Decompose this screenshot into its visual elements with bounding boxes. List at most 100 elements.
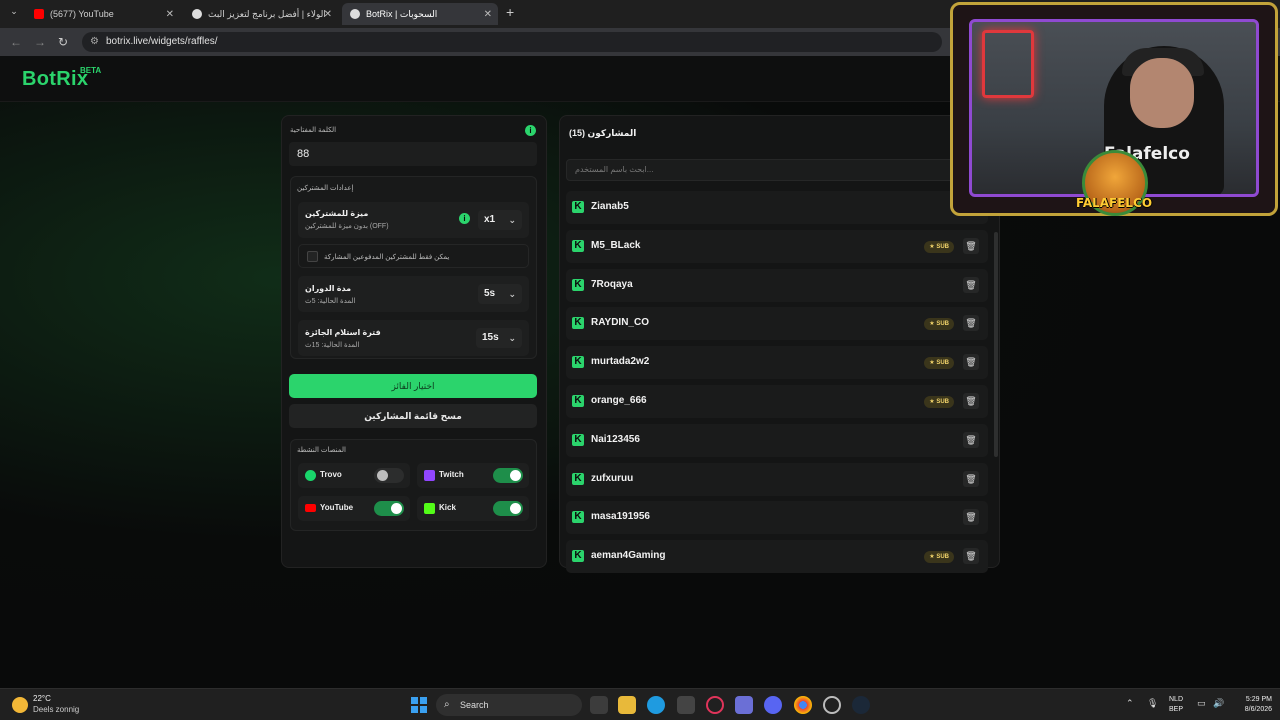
clear-participants-button[interactable]: مسح قائمة المشاركين <box>289 404 537 428</box>
sub-badge-label: SUB <box>936 321 949 327</box>
trovo-toggle[interactable] <box>374 468 404 483</box>
claim-period-select[interactable]: 15s ⌄ <box>476 328 522 348</box>
select-value: 5s <box>484 288 496 299</box>
spin-duration-sub: المدة الحالية: 5ث <box>305 298 356 305</box>
tab-title: BotRix | السحوبات <box>366 8 438 19</box>
twitch-toggle[interactable] <box>493 468 523 483</box>
close-tab-icon[interactable]: ✕ <box>484 9 492 20</box>
kick-toggle[interactable] <box>493 501 523 516</box>
delete-participant-trash-icon[interactable]: 🗑 <box>963 238 979 254</box>
tab-loyalty[interactable]: الولاء | أفضل برنامج لتعزيز البث ✕ <box>184 3 338 25</box>
delete-participant-trash-icon[interactable]: 🗑 <box>963 315 979 331</box>
delete-participant-trash-icon[interactable]: 🗑 <box>963 354 979 370</box>
platform-trovo: Trovo <box>298 463 410 488</box>
network-icon[interactable]: ▭ <box>1197 698 1206 709</box>
participant-row: Korange_666 ★ SUB 🗑 <box>566 385 988 418</box>
pick-winner-button[interactable]: اختيار الفائز <box>289 374 537 398</box>
store-icon[interactable] <box>677 696 695 714</box>
delete-participant-trash-icon[interactable]: 🗑 <box>963 432 979 448</box>
sub-badge: ★ SUB <box>924 241 954 253</box>
platform-name: YouTube <box>320 503 354 512</box>
kick-platform-icon: K <box>572 511 584 523</box>
kick-icon <box>424 503 435 514</box>
platform-name: Kick <box>439 503 456 512</box>
keyword-input[interactable]: 88 <box>289 142 537 166</box>
url-text: botrix.live/widgets/raffles/ <box>106 36 218 47</box>
youtube-toggle[interactable] <box>374 501 404 516</box>
steam-icon[interactable] <box>852 696 870 714</box>
back-arrow-icon[interactable]: ← <box>10 35 22 49</box>
windows-taskbar: 22°C Deels zonnig ⌕ Search ⌃ 🎙 NLD BEP ▭… <box>0 688 1280 720</box>
participant-row: Kmurtada2w2 ★ SUB 🗑 <box>566 346 988 379</box>
info-icon[interactable]: i <box>525 125 536 136</box>
spin-duration-row: مدة الدوران المدة الحالية: 5ث 5s ⌄ <box>298 276 529 312</box>
delete-participant-trash-icon[interactable]: 🗑 <box>963 277 979 293</box>
toggle-knob <box>391 503 402 514</box>
volume-icon[interactable]: 🔊 <box>1213 698 1224 709</box>
participant-list-scrollbar[interactable] <box>994 232 998 457</box>
chevron-down-icon: ⌄ <box>508 289 516 299</box>
subscriber-bonus-select[interactable]: x1 ⌄ <box>478 210 522 230</box>
paid-only-label: يمكن فقط للمشتركين المدفوعين المشاركة <box>324 254 450 261</box>
streamer-face <box>1130 58 1194 128</box>
platform-name: Twitch <box>439 470 464 479</box>
weather-temperature[interactable]: 22°C <box>33 694 51 703</box>
task-view-icon[interactable] <box>590 696 608 714</box>
youtube-favicon-icon <box>34 9 44 19</box>
chevron-down-icon: ⌄ <box>508 333 516 343</box>
subscriber-bonus-title: ميزة للمشتركين <box>305 209 369 218</box>
language-indicator[interactable]: NLD BEP <box>1169 695 1183 715</box>
site-info-icon[interactable]: ⚙ <box>90 32 99 52</box>
kick-platform-icon: K <box>572 240 584 252</box>
kick-platform-icon: K <box>572 395 584 407</box>
weather-sun-icon[interactable] <box>12 697 28 713</box>
spin-duration-select[interactable]: 5s ⌄ <box>478 284 522 304</box>
participant-name: orange_666 <box>591 395 647 406</box>
sub-badge-label: SUB <box>936 244 949 250</box>
neon-light <box>982 30 1034 98</box>
participant-row: K Nai123456 🗑 <box>566 424 988 457</box>
tab-botrix[interactable]: BotRix | السحوبات ✕ <box>342 3 498 25</box>
info-icon[interactable]: i <box>459 213 470 224</box>
video-app-icon[interactable] <box>735 696 753 714</box>
botrix-favicon-icon <box>350 9 360 19</box>
paid-only-row[interactable]: يمكن فقط للمشتركين المدفوعين المشاركة <box>298 244 529 268</box>
close-tab-icon[interactable]: ✕ <box>166 9 174 20</box>
participants-settings-title: إعدادات المشتركين <box>297 185 354 192</box>
weather-condition[interactable]: Deels zonnig <box>33 705 79 714</box>
kick-platform-icon: K <box>572 473 584 485</box>
tab-youtube[interactable]: (5677) YouTube ✕ <box>26 3 180 25</box>
delete-participant-trash-icon[interactable]: 🗑 <box>963 548 979 564</box>
system-clock[interactable]: 5:29 PM 8/6/2026 <box>1232 695 1272 715</box>
sub-badge-label: SUB <box>936 360 949 366</box>
delete-participant-trash-icon[interactable]: 🗑 <box>963 471 979 487</box>
participant-name: zufxuruu <box>591 473 634 484</box>
forward-arrow-icon[interactable]: → <box>34 35 46 49</box>
microphone-icon[interactable]: 🎙 <box>1147 698 1158 709</box>
paid-only-checkbox[interactable] <box>307 251 318 262</box>
tab-search-chevron-icon[interactable]: ⌄ <box>6 6 22 22</box>
taskbar-search[interactable]: ⌕ Search <box>436 694 582 716</box>
tab-title: (5677) YouTube <box>50 9 114 19</box>
discord-icon[interactable] <box>764 696 782 714</box>
windows-start-icon[interactable] <box>411 697 427 713</box>
delete-participant-trash-icon[interactable]: 🗑 <box>963 393 979 409</box>
subscriber-bonus-row: ميزة للمشتركين بدون ميزة للمشتركين (OFF)… <box>298 202 529 238</box>
participant-name: M5_BLack <box>591 240 641 251</box>
delete-participant-trash-icon[interactable]: 🗑 <box>963 509 979 525</box>
url-field[interactable]: ⚙ botrix.live/widgets/raffles/ <box>82 32 942 52</box>
tray-chevron-icon[interactable]: ⌃ <box>1126 698 1134 709</box>
opera-icon[interactable] <box>706 696 724 714</box>
file-explorer-icon[interactable] <box>618 696 636 714</box>
participant-row: K Zianab5 <box>566 191 988 224</box>
obs-icon[interactable] <box>823 696 841 714</box>
toggle-knob <box>510 470 521 481</box>
kick-platform-icon: K <box>572 550 584 562</box>
chrome-icon[interactable] <box>794 696 812 714</box>
participant-search-input[interactable]: ابحث باسم المستخدم... <box>566 159 990 181</box>
new-tab-button[interactable]: + <box>506 4 514 20</box>
reload-icon[interactable]: ↻ <box>58 35 68 49</box>
botrix-logo[interactable]: BotRix <box>22 68 88 91</box>
close-tab-icon[interactable]: ✕ <box>324 9 332 20</box>
edge-icon[interactable] <box>647 696 665 714</box>
